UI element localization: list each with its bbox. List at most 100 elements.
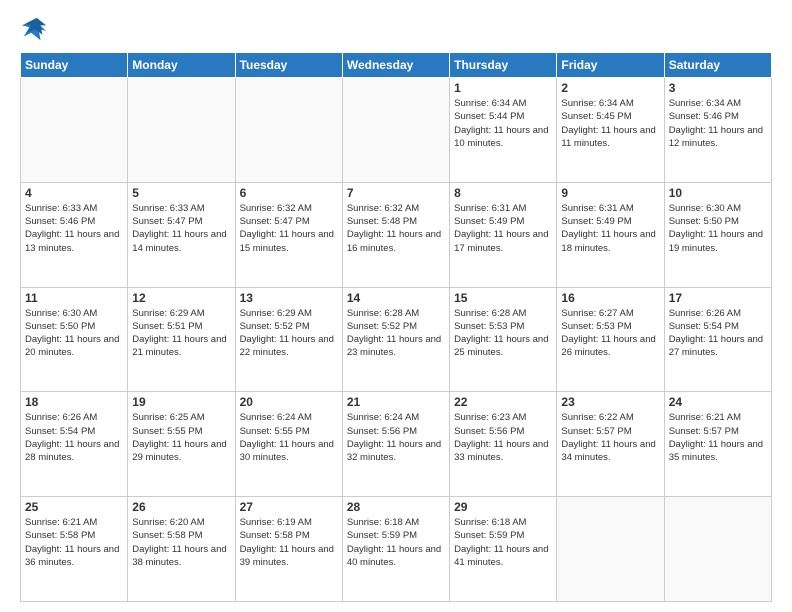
calendar-cell: 4 Sunrise: 6:33 AM Sunset: 5:46 PM Daylig… xyxy=(21,182,128,287)
calendar-cell xyxy=(235,78,342,183)
calendar-cell: 13 Sunrise: 6:29 AM Sunset: 5:52 PM Dayli… xyxy=(235,287,342,392)
calendar-cell: 2 Sunrise: 6:34 AM Sunset: 5:45 PM Daylig… xyxy=(557,78,664,183)
day-number: 7 xyxy=(347,186,445,200)
day-number: 19 xyxy=(132,395,230,409)
day-number: 9 xyxy=(561,186,659,200)
day-info: Sunrise: 6:30 AM Sunset: 5:50 PM Dayligh… xyxy=(25,307,123,360)
day-number: 11 xyxy=(25,291,123,305)
day-info: Sunrise: 6:23 AM Sunset: 5:56 PM Dayligh… xyxy=(454,411,552,464)
calendar-cell: 10 Sunrise: 6:30 AM Sunset: 5:50 PM Dayli… xyxy=(664,182,771,287)
day-number: 29 xyxy=(454,500,552,514)
calendar-cell: 27 Sunrise: 6:19 AM Sunset: 5:58 PM Dayli… xyxy=(235,497,342,602)
day-number: 1 xyxy=(454,81,552,95)
weekday-header: Monday xyxy=(128,53,235,78)
calendar-cell: 11 Sunrise: 6:30 AM Sunset: 5:50 PM Dayli… xyxy=(21,287,128,392)
day-info: Sunrise: 6:27 AM Sunset: 5:53 PM Dayligh… xyxy=(561,307,659,360)
weekday-header: Thursday xyxy=(450,53,557,78)
day-info: Sunrise: 6:34 AM Sunset: 5:44 PM Dayligh… xyxy=(454,97,552,150)
calendar-cell: 9 Sunrise: 6:31 AM Sunset: 5:49 PM Daylig… xyxy=(557,182,664,287)
day-info: Sunrise: 6:34 AM Sunset: 5:45 PM Dayligh… xyxy=(561,97,659,150)
day-info: Sunrise: 6:28 AM Sunset: 5:53 PM Dayligh… xyxy=(454,307,552,360)
calendar-cell: 3 Sunrise: 6:34 AM Sunset: 5:46 PM Daylig… xyxy=(664,78,771,183)
day-number: 18 xyxy=(25,395,123,409)
calendar-table: SundayMondayTuesdayWednesdayThursdayFrid… xyxy=(20,52,772,602)
calendar-cell: 8 Sunrise: 6:31 AM Sunset: 5:49 PM Daylig… xyxy=(450,182,557,287)
weekday-header: Sunday xyxy=(21,53,128,78)
calendar-cell: 6 Sunrise: 6:32 AM Sunset: 5:47 PM Daylig… xyxy=(235,182,342,287)
day-number: 15 xyxy=(454,291,552,305)
weekday-header: Friday xyxy=(557,53,664,78)
day-number: 13 xyxy=(240,291,338,305)
day-info: Sunrise: 6:29 AM Sunset: 5:52 PM Dayligh… xyxy=(240,307,338,360)
calendar-cell: 23 Sunrise: 6:22 AM Sunset: 5:57 PM Dayli… xyxy=(557,392,664,497)
day-info: Sunrise: 6:26 AM Sunset: 5:54 PM Dayligh… xyxy=(669,307,767,360)
calendar-cell: 26 Sunrise: 6:20 AM Sunset: 5:58 PM Dayli… xyxy=(128,497,235,602)
calendar-cell: 17 Sunrise: 6:26 AM Sunset: 5:54 PM Dayli… xyxy=(664,287,771,392)
weekday-header: Saturday xyxy=(664,53,771,78)
calendar-cell xyxy=(128,78,235,183)
day-number: 24 xyxy=(669,395,767,409)
calendar-cell: 15 Sunrise: 6:28 AM Sunset: 5:53 PM Dayli… xyxy=(450,287,557,392)
day-number: 23 xyxy=(561,395,659,409)
day-number: 17 xyxy=(669,291,767,305)
calendar-cell: 16 Sunrise: 6:27 AM Sunset: 5:53 PM Dayli… xyxy=(557,287,664,392)
calendar-cell: 29 Sunrise: 6:18 AM Sunset: 5:59 PM Dayli… xyxy=(450,497,557,602)
weekday-header: Wednesday xyxy=(342,53,449,78)
day-number: 10 xyxy=(669,186,767,200)
calendar-cell: 24 Sunrise: 6:21 AM Sunset: 5:57 PM Dayli… xyxy=(664,392,771,497)
calendar-cell: 19 Sunrise: 6:25 AM Sunset: 5:55 PM Dayli… xyxy=(128,392,235,497)
calendar-cell: 28 Sunrise: 6:18 AM Sunset: 5:59 PM Dayli… xyxy=(342,497,449,602)
calendar-cell: 1 Sunrise: 6:34 AM Sunset: 5:44 PM Daylig… xyxy=(450,78,557,183)
day-info: Sunrise: 6:25 AM Sunset: 5:55 PM Dayligh… xyxy=(132,411,230,464)
day-number: 6 xyxy=(240,186,338,200)
calendar-cell: 25 Sunrise: 6:21 AM Sunset: 5:58 PM Dayli… xyxy=(21,497,128,602)
day-info: Sunrise: 6:24 AM Sunset: 5:56 PM Dayligh… xyxy=(347,411,445,464)
day-info: Sunrise: 6:24 AM Sunset: 5:55 PM Dayligh… xyxy=(240,411,338,464)
weekday-header: Tuesday xyxy=(235,53,342,78)
day-info: Sunrise: 6:18 AM Sunset: 5:59 PM Dayligh… xyxy=(347,516,445,569)
day-number: 16 xyxy=(561,291,659,305)
day-info: Sunrise: 6:34 AM Sunset: 5:46 PM Dayligh… xyxy=(669,97,767,150)
logo-icon xyxy=(20,16,48,44)
day-info: Sunrise: 6:33 AM Sunset: 5:47 PM Dayligh… xyxy=(132,202,230,255)
day-number: 2 xyxy=(561,81,659,95)
day-number: 3 xyxy=(669,81,767,95)
day-info: Sunrise: 6:33 AM Sunset: 5:46 PM Dayligh… xyxy=(25,202,123,255)
day-number: 8 xyxy=(454,186,552,200)
day-number: 27 xyxy=(240,500,338,514)
calendar-cell xyxy=(21,78,128,183)
day-info: Sunrise: 6:20 AM Sunset: 5:58 PM Dayligh… xyxy=(132,516,230,569)
day-info: Sunrise: 6:22 AM Sunset: 5:57 PM Dayligh… xyxy=(561,411,659,464)
logo xyxy=(20,16,52,44)
day-info: Sunrise: 6:29 AM Sunset: 5:51 PM Dayligh… xyxy=(132,307,230,360)
day-info: Sunrise: 6:28 AM Sunset: 5:52 PM Dayligh… xyxy=(347,307,445,360)
day-number: 25 xyxy=(25,500,123,514)
day-number: 28 xyxy=(347,500,445,514)
calendar-cell: 22 Sunrise: 6:23 AM Sunset: 5:56 PM Dayli… xyxy=(450,392,557,497)
calendar-cell xyxy=(664,497,771,602)
day-number: 20 xyxy=(240,395,338,409)
day-info: Sunrise: 6:32 AM Sunset: 5:47 PM Dayligh… xyxy=(240,202,338,255)
day-info: Sunrise: 6:21 AM Sunset: 5:57 PM Dayligh… xyxy=(669,411,767,464)
calendar-cell: 5Sunrise: 6:33 AM Sunset: 5:47 PM Daylig… xyxy=(128,182,235,287)
calendar-cell xyxy=(557,497,664,602)
day-number: 22 xyxy=(454,395,552,409)
calendar-cell xyxy=(342,78,449,183)
day-info: Sunrise: 6:26 AM Sunset: 5:54 PM Dayligh… xyxy=(25,411,123,464)
day-info: Sunrise: 6:21 AM Sunset: 5:58 PM Dayligh… xyxy=(25,516,123,569)
day-info: Sunrise: 6:30 AM Sunset: 5:50 PM Dayligh… xyxy=(669,202,767,255)
calendar-cell: 21 Sunrise: 6:24 AM Sunset: 5:56 PM Dayli… xyxy=(342,392,449,497)
day-number: 12 xyxy=(132,291,230,305)
day-info: Sunrise: 6:31 AM Sunset: 5:49 PM Dayligh… xyxy=(561,202,659,255)
calendar-cell: 12 Sunrise: 6:29 AM Sunset: 5:51 PM Dayli… xyxy=(128,287,235,392)
day-info: Sunrise: 6:32 AM Sunset: 5:48 PM Dayligh… xyxy=(347,202,445,255)
day-number: 4 xyxy=(25,186,123,200)
day-info: Sunrise: 6:19 AM Sunset: 5:58 PM Dayligh… xyxy=(240,516,338,569)
day-number: 21 xyxy=(347,395,445,409)
day-info: Sunrise: 6:18 AM Sunset: 5:59 PM Dayligh… xyxy=(454,516,552,569)
day-info: Sunrise: 6:31 AM Sunset: 5:49 PM Dayligh… xyxy=(454,202,552,255)
calendar-cell: 18 Sunrise: 6:26 AM Sunset: 5:54 PM Dayli… xyxy=(21,392,128,497)
day-number: 14 xyxy=(347,291,445,305)
day-number: 26 xyxy=(132,500,230,514)
calendar-cell: 20 Sunrise: 6:24 AM Sunset: 5:55 PM Dayli… xyxy=(235,392,342,497)
